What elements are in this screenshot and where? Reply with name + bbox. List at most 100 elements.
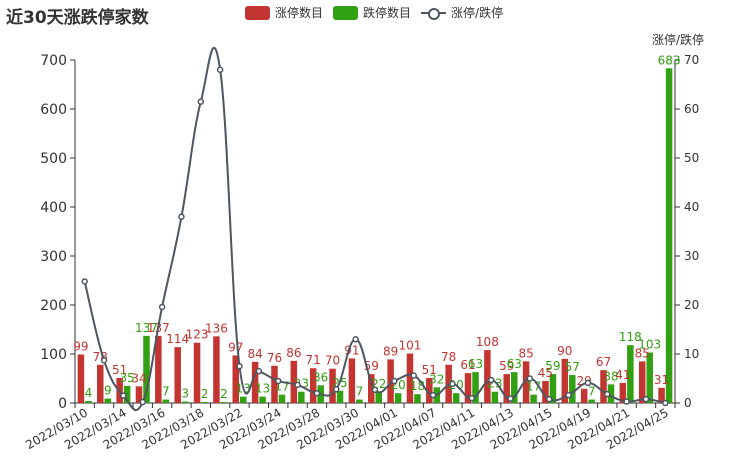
data-label-limit-up: 71 (306, 353, 321, 367)
bar-limit-down (452, 393, 460, 403)
chart-canvas: 0 100 200 300 400 500 600 700 0 10 20 30 40 50 60 70 99 4… (23, 47, 699, 452)
data-label-limit-up: 136 (205, 321, 228, 335)
y2-tick-label: 70 (684, 53, 699, 67)
data-label-limit-down: 2 (220, 387, 228, 401)
bar-limit-up (97, 364, 104, 403)
data-label-limit-down: 7 (588, 385, 596, 399)
bar-limit-down (491, 391, 499, 403)
y-tick-label: 700 (40, 53, 67, 69)
ratio-point (274, 377, 282, 385)
ratio-point (313, 389, 321, 397)
ratio-point (139, 398, 146, 406)
bar-limit-down (414, 394, 421, 403)
bar-limit-up (77, 354, 85, 403)
ratio-point (100, 357, 108, 364)
ratio-point (81, 278, 88, 285)
ratio-point (662, 399, 669, 407)
data-label-limit-down: 32 (429, 372, 444, 386)
bar-limit-down (394, 393, 402, 403)
y-tick-label: 600 (40, 102, 67, 118)
bar-limit-up (348, 358, 356, 403)
ratio-point (545, 395, 553, 403)
y2-tick-label: 50 (684, 151, 699, 165)
ratio-point (371, 386, 379, 394)
ratio-point (391, 377, 398, 385)
bar-limit-down (104, 398, 112, 403)
ratio-point (507, 395, 514, 402)
ratio-point (158, 303, 166, 311)
bar-limit-up (580, 388, 588, 403)
data-label-limit-up: 85 (518, 346, 533, 360)
ratio-point (565, 391, 572, 399)
ratio-point (487, 376, 495, 384)
bar-limit-down (336, 390, 344, 403)
bar-limit-down (569, 375, 576, 403)
bar-limit-up (213, 336, 220, 403)
bar-limit-down (201, 402, 208, 403)
y2-tick-label: 20 (684, 298, 699, 312)
y2-tick-label: 10 (684, 347, 699, 361)
data-label-limit-up: 76 (267, 351, 282, 365)
bar-limit-down (85, 401, 92, 403)
ratio-point (642, 395, 650, 403)
ratio-line (83, 47, 666, 411)
ratio-point (410, 372, 417, 379)
data-label-limit-up: 101 (399, 339, 422, 353)
y2-tick-label: 30 (684, 249, 699, 263)
ratio-point (429, 391, 437, 399)
data-label-limit-down: 3 (181, 387, 189, 401)
data-label-limit-down: 36 (313, 370, 328, 384)
data-label-limit-up: 97 (228, 340, 243, 354)
bar-limit-down (162, 399, 170, 403)
y2-tick-label: 0 (684, 396, 692, 410)
y-tick-label: 400 (40, 200, 67, 216)
ratio-point (449, 380, 456, 388)
data-label-limit-down: 7 (162, 385, 170, 399)
ratio-point (197, 98, 205, 105)
ratio-point (623, 398, 630, 405)
ratio-point (255, 367, 263, 375)
bar-limit-down (298, 391, 305, 403)
ratio-point (526, 375, 534, 382)
ratio-point (584, 379, 592, 387)
data-label-limit-up: 90 (557, 344, 572, 358)
y2-tick-label: 60 (684, 102, 699, 116)
y-tick-label: 0 (58, 396, 67, 412)
data-label-limit-up: 41 (615, 368, 630, 382)
ratio-point (333, 386, 340, 393)
bar-limit-down (181, 401, 189, 403)
bar-limit-down (356, 399, 363, 403)
bar-limit-up (232, 355, 240, 403)
bar-limit-up (174, 347, 181, 403)
bar-limit-down (375, 392, 382, 403)
y-tick-label: 100 (40, 347, 67, 363)
data-label-limit-up: 67 (596, 355, 611, 369)
y-tick-label: 500 (40, 151, 67, 167)
data-label-limit-down: 2 (201, 387, 209, 401)
data-label-limit-down: 683 (658, 53, 681, 67)
data-label-limit-up: 70 (325, 354, 340, 368)
ratio-point (468, 394, 476, 402)
ratio-point (604, 390, 611, 398)
data-label-limit-up: 86 (286, 346, 301, 360)
bar-limit-down (530, 394, 537, 403)
data-label-limit-up: 34 (131, 371, 146, 385)
bar-limit-down (588, 399, 595, 403)
ratio-point (178, 213, 185, 221)
ratio-point (216, 66, 224, 74)
data-label-limit-down: 13 (255, 382, 270, 396)
bar-limit-down (259, 396, 266, 403)
ratio-point (236, 363, 243, 370)
data-label-limit-up: 108 (476, 335, 499, 349)
data-label-limit-down: 63 (468, 357, 483, 371)
data-label-limit-up: 78 (441, 350, 456, 364)
ratio-point (352, 336, 359, 343)
bar-limit-down (278, 394, 286, 403)
data-label-limit-up: 84 (247, 347, 262, 361)
y-tick-label: 200 (40, 298, 67, 314)
y2-tick-label: 40 (684, 200, 699, 214)
y-tick-label: 300 (40, 249, 67, 265)
data-label-limit-up: 99 (73, 339, 88, 353)
data-label-limit-down: 103 (638, 338, 661, 352)
bar-limit-down (665, 68, 673, 403)
